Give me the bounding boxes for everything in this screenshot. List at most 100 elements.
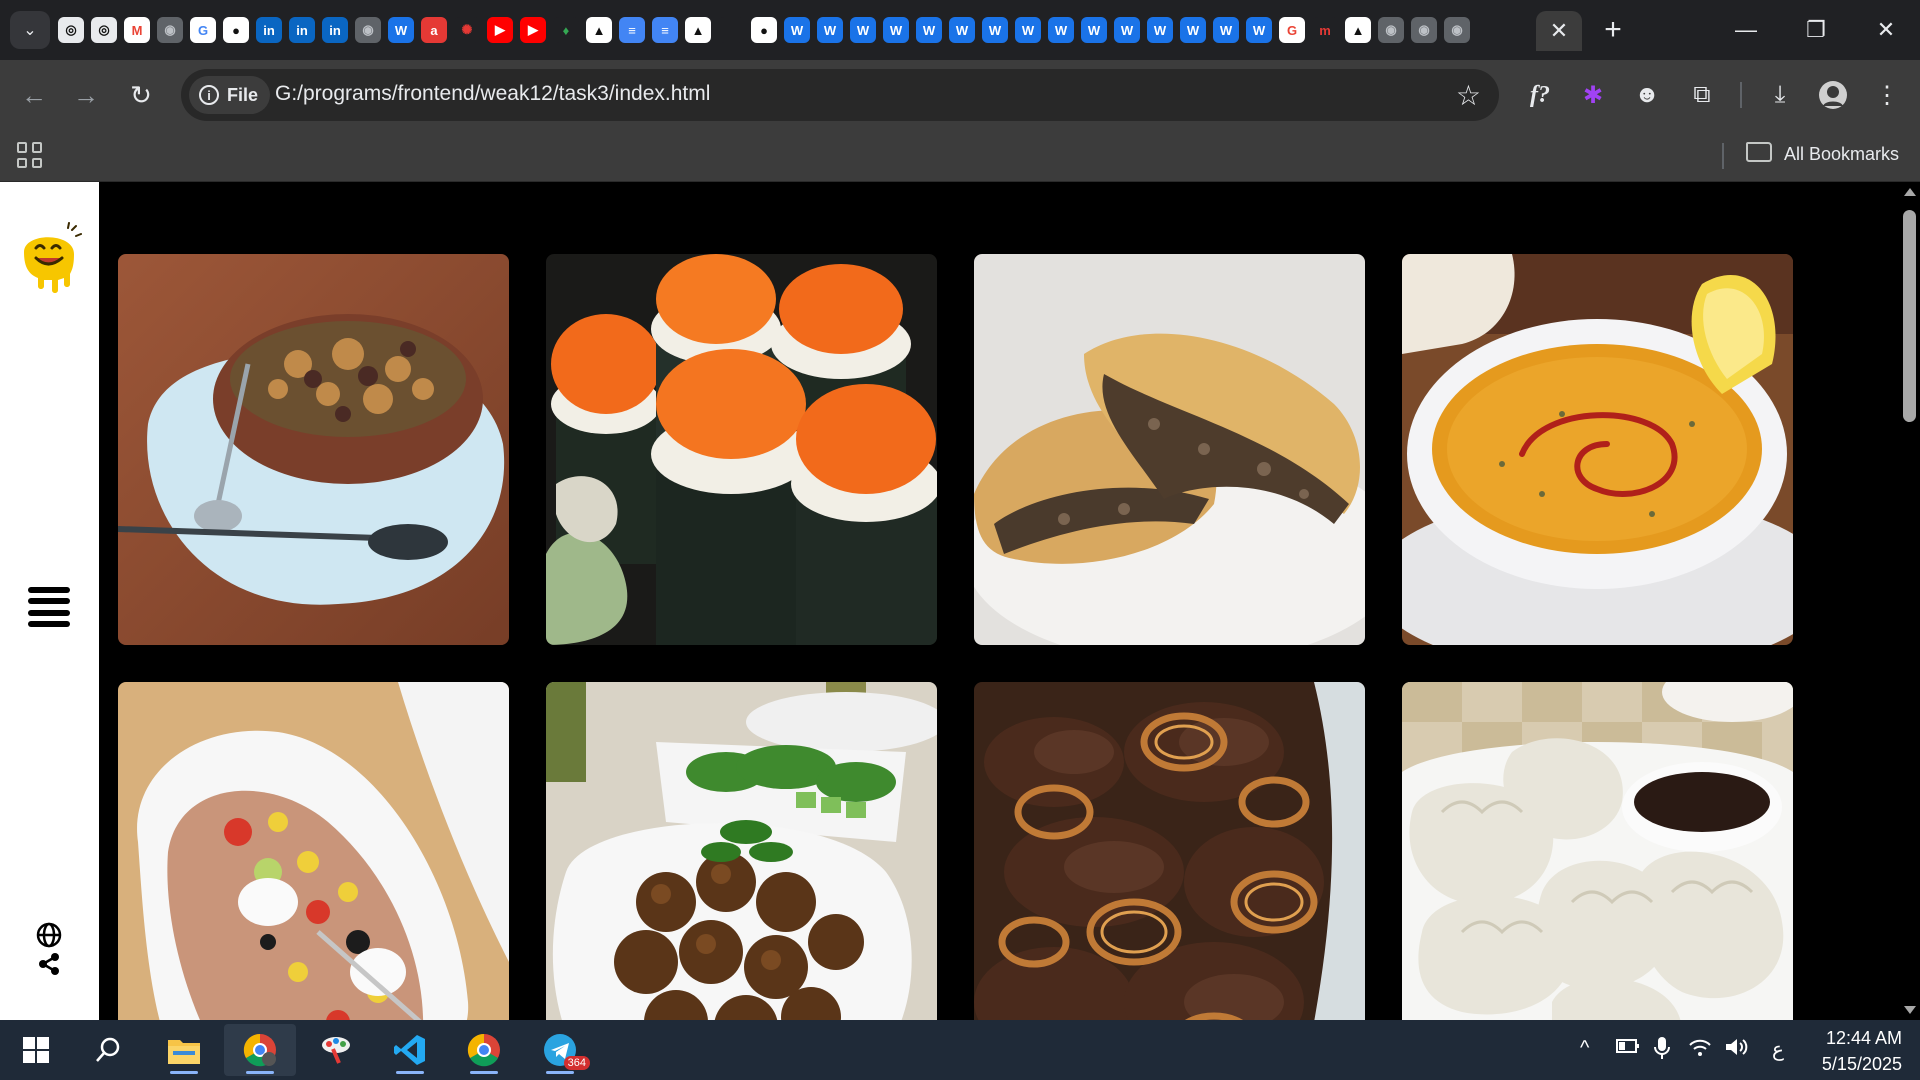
m-icon[interactable]: m <box>1312 17 1338 43</box>
close-window-button[interactable]: ✕ <box>1864 12 1908 48</box>
extensions-puzzle-icon[interactable]: ⧉ <box>1682 75 1722 115</box>
octopus-icon[interactable]: ✺ <box>454 17 480 43</box>
paint-app-button[interactable] <box>300 1024 372 1076</box>
google-icon[interactable]: G <box>1279 17 1305 43</box>
linkedin-icon[interactable]: in <box>322 17 348 43</box>
w-icon[interactable]: W <box>1015 17 1041 43</box>
w-icon[interactable]: W <box>388 17 414 43</box>
google-icon[interactable]: G <box>190 17 216 43</box>
gmail-icon[interactable]: M <box>124 17 150 43</box>
bookmark-star-icon[interactable]: ☆ <box>1456 79 1481 112</box>
blank-icon[interactable] <box>718 17 744 43</box>
globe-icon[interactable]: ◉ <box>1378 17 1404 43</box>
w-icon[interactable]: W <box>1180 17 1206 43</box>
linkedin-icon[interactable]: in <box>289 17 315 43</box>
w-icon[interactable]: W <box>784 17 810 43</box>
food-gallery <box>118 254 1793 1020</box>
microphone-icon[interactable] <box>1654 1037 1670 1065</box>
site-info-chip[interactable]: i File <box>189 76 271 114</box>
input-language-indicator[interactable]: ع <box>1772 1037 1784 1062</box>
youtube-icon[interactable]: ▶ <box>520 17 546 43</box>
profile-avatar[interactable] <box>1813 75 1853 115</box>
all-bookmarks-button[interactable]: All Bookmarks <box>1784 144 1899 165</box>
close-tab-icon[interactable]: ✕ <box>1550 18 1568 44</box>
url-text[interactable]: G:/programs/frontend/weak12/task3/index.… <box>275 82 710 106</box>
file-explorer-button[interactable] <box>148 1024 220 1076</box>
w-icon[interactable]: W <box>949 17 975 43</box>
share-icon[interactable] <box>37 952 61 976</box>
liver-onions-card[interactable] <box>974 682 1365 1020</box>
chrome-taskbar-button[interactable] <box>224 1024 296 1076</box>
falafel-card[interactable] <box>546 682 937 1020</box>
w-icon[interactable]: W <box>1246 17 1272 43</box>
back-button[interactable]: ← <box>14 75 54 115</box>
w-icon[interactable]: W <box>1114 17 1140 43</box>
new-tab-button[interactable]: + <box>1595 12 1631 48</box>
github-icon[interactable]: ● <box>223 17 249 43</box>
a-icon[interactable]: a <box>421 17 447 43</box>
globe-icon[interactable]: ◉ <box>157 17 183 43</box>
minimize-button[interactable]: — <box>1724 12 1768 48</box>
sushi-rolls-card[interactable] <box>546 254 937 645</box>
start-button[interactable] <box>0 1024 72 1076</box>
docs-icon[interactable]: ≡ <box>652 17 678 43</box>
telegram-button[interactable]: 364 <box>524 1024 596 1076</box>
smiley-logo-icon[interactable] <box>16 222 82 294</box>
globe-icon[interactable] <box>36 922 62 948</box>
address-bar[interactable]: i File G:/programs/frontend/weak12/task3… <box>181 69 1499 121</box>
leaf-icon[interactable]: ♦ <box>553 17 579 43</box>
globe-icon[interactable]: ◉ <box>1411 17 1437 43</box>
w-icon[interactable]: W <box>1081 17 1107 43</box>
w-icon[interactable]: W <box>1147 17 1173 43</box>
w-icon[interactable]: W <box>982 17 1008 43</box>
triangle-icon[interactable]: ▲ <box>1345 17 1371 43</box>
baked-potato-card[interactable] <box>118 682 509 1020</box>
w-icon[interactable]: W <box>1048 17 1074 43</box>
download-icon[interactable]: ⤓ <box>1760 75 1800 115</box>
apps-grid-icon[interactable] <box>17 142 43 168</box>
scrollbar-thumb[interactable] <box>1903 210 1916 422</box>
w-icon[interactable]: W <box>850 17 876 43</box>
globe-icon[interactable]: ◉ <box>1444 17 1470 43</box>
triangle-icon[interactable]: ▲ <box>685 17 711 43</box>
search-button[interactable] <box>72 1024 144 1076</box>
vscode-button[interactable] <box>374 1024 446 1076</box>
openai-icon[interactable]: ◎ <box>91 17 117 43</box>
docs-icon[interactable]: ≡ <box>619 17 645 43</box>
network-icon[interactable] <box>1688 1037 1712 1063</box>
face-extension-icon[interactable]: ☻ <box>1627 75 1667 115</box>
w-icon[interactable]: W <box>883 17 909 43</box>
browser-menu-icon[interactable]: ⋮ <box>1867 75 1907 115</box>
font-extension-icon[interactable]: f? <box>1520 75 1560 115</box>
linkedin-icon[interactable]: in <box>256 17 282 43</box>
github-icon[interactable]: ● <box>751 17 777 43</box>
globe-icon[interactable]: ◉ <box>355 17 381 43</box>
clock-time[interactable]: 12:44 AM <box>1822 1028 1902 1049</box>
reload-button[interactable]: ↻ <box>121 75 161 115</box>
lentil-soup-card[interactable] <box>1402 254 1793 645</box>
stew-bowl-card[interactable] <box>118 254 509 645</box>
restore-button[interactable]: ❐ <box>1794 12 1838 48</box>
battery-icon[interactable] <box>1616 1037 1640 1060</box>
page-scrollbar[interactable] <box>1899 182 1920 1020</box>
gear-extension-icon[interactable]: ✱ <box>1573 75 1613 115</box>
scroll-down-arrow-icon[interactable] <box>1904 1006 1916 1014</box>
w-icon[interactable]: W <box>916 17 942 43</box>
scroll-up-arrow-icon[interactable] <box>1904 188 1916 196</box>
meat-pie-card[interactable] <box>974 254 1365 645</box>
w-icon[interactable]: W <box>817 17 843 43</box>
openai-icon[interactable]: ◎ <box>58 17 84 43</box>
active-tab[interactable]: ✕ <box>1536 11 1582 51</box>
chrome-second-button[interactable] <box>448 1024 520 1076</box>
triangle-icon[interactable]: ▲ <box>586 17 612 43</box>
tab-search-button[interactable]: ⌄ <box>10 11 50 49</box>
w-icon[interactable]: W <box>1213 17 1239 43</box>
hamburger-menu-icon[interactable] <box>28 587 70 627</box>
volume-icon[interactable] <box>1724 1037 1748 1063</box>
clock-date[interactable]: 5/15/2025 <box>1798 1054 1902 1075</box>
forward-button[interactable]: → <box>66 75 106 115</box>
youtube-icon[interactable]: ▶ <box>487 17 513 43</box>
vscode-icon <box>394 1035 425 1065</box>
dumplings-card[interactable] <box>1402 682 1793 1020</box>
tray-overflow-chevron-icon[interactable]: ^ <box>1580 1037 1589 1060</box>
